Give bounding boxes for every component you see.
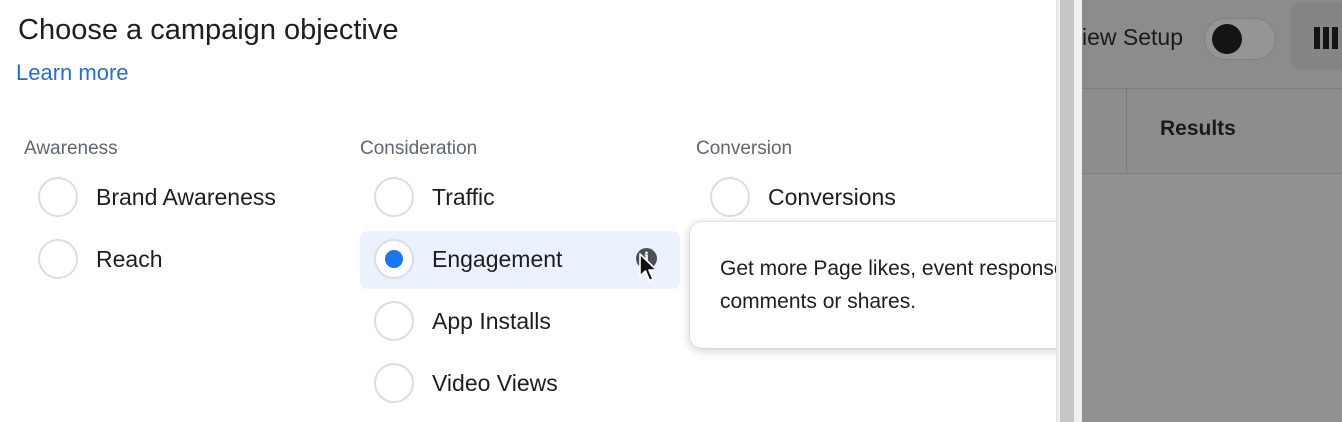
awareness-column: Awareness Brand Awareness Reach — [24, 136, 276, 279]
radio-button[interactable] — [374, 301, 414, 341]
radio-button[interactable] — [374, 177, 414, 217]
scrollbar-thumb[interactable] — [1060, 0, 1074, 422]
columns-button[interactable] — [1290, 2, 1342, 70]
option-brand-awareness[interactable]: Brand Awareness — [0, 169, 320, 227]
radio-selected-dot — [385, 250, 403, 268]
columns-icon — [1314, 27, 1342, 49]
option-label: Brand Awareness — [96, 184, 276, 210]
option-label: Traffic — [432, 184, 495, 210]
option-engagement[interactable]: Engagement i — [360, 231, 680, 289]
dialog-title: Choose a campaign objective — [18, 14, 399, 46]
radio-button[interactable] — [38, 177, 78, 217]
column-divider — [1126, 89, 1127, 173]
view-setup-toggle[interactable] — [1204, 18, 1276, 60]
toggle-knob — [1212, 24, 1242, 54]
option-label: App Installs — [432, 308, 551, 334]
radio-button[interactable] — [374, 363, 414, 403]
consideration-column: Consideration Traffic Engagement i App I… — [360, 136, 680, 403]
option-conversions[interactable]: Conversions — [696, 169, 1016, 227]
radio-button-selected[interactable] — [374, 239, 414, 279]
option-app-installs[interactable]: App Installs — [360, 293, 680, 351]
column-heading-conversion: Conversion — [696, 138, 793, 159]
cursor-icon — [639, 253, 658, 282]
radio-button[interactable] — [710, 177, 750, 217]
background-panel: iew Setup Results — [1082, 0, 1342, 422]
column-heading-consideration: Consideration — [360, 138, 478, 159]
option-label: Conversions — [768, 184, 896, 210]
view-setup-label: iew Setup — [1082, 24, 1184, 50]
radio-button[interactable] — [38, 239, 78, 279]
conversion-column: Conversion Conversions — [696, 136, 896, 217]
option-label: Video Views — [432, 370, 558, 396]
campaign-objective-dialog: Choose a campaign objective Learn more A… — [0, 0, 1056, 422]
option-reach[interactable]: Reach — [0, 231, 320, 289]
column-heading-awareness: Awareness — [24, 138, 118, 159]
option-video-views[interactable]: Video Views — [360, 355, 680, 413]
table-header: Results — [1082, 89, 1342, 174]
awareness-options: Brand Awareness Reach — [0, 169, 320, 293]
option-label: Engagement — [432, 246, 563, 272]
results-column-header[interactable]: Results — [1160, 117, 1236, 141]
option-label: Reach — [96, 246, 163, 272]
option-traffic[interactable]: Traffic — [360, 169, 680, 227]
learn-more-link[interactable]: Learn more — [16, 60, 129, 86]
consideration-options: Traffic Engagement i App Installs Video … — [360, 169, 680, 417]
background-toolbar: iew Setup — [1082, 0, 1342, 89]
